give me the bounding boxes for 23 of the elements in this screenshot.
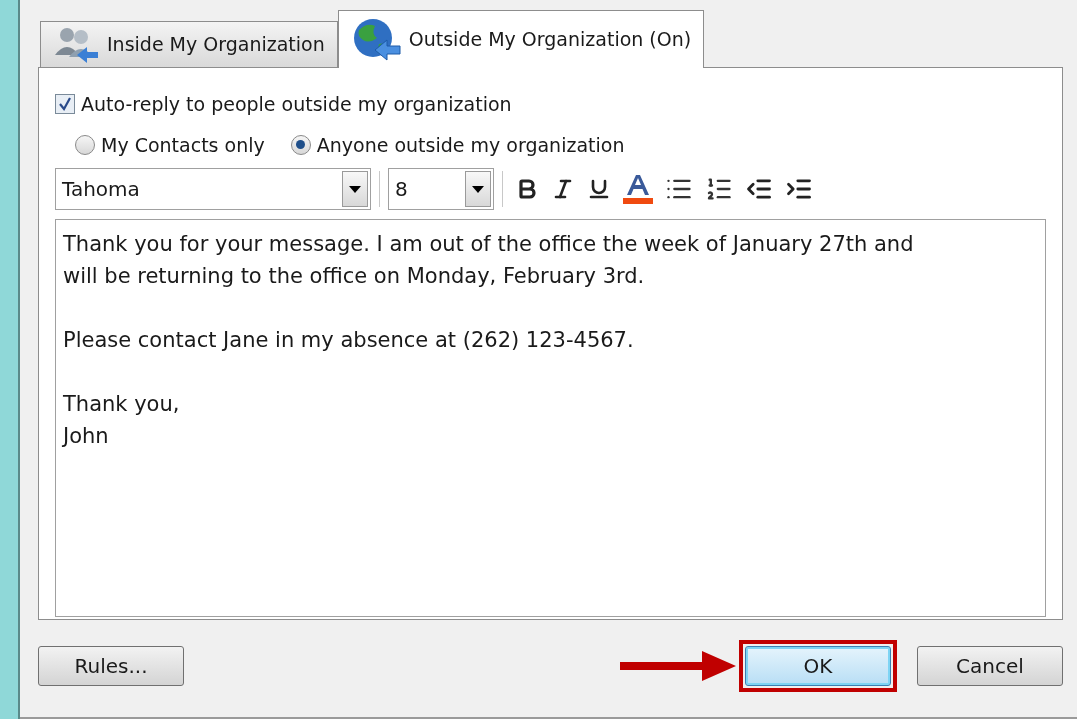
size-combo-box[interactable]: 8 [388,168,494,211]
dialog-button[interactable]: Rules... [38,645,184,686]
tab[interactable]: Outside My Organization (On) [337,10,705,69]
checkbox-label: Auto-reply to people outside my organization [81,92,512,118]
checkbox[interactable] [55,94,75,115]
dialog-button[interactable]: OK [745,645,891,686]
dropdown-icon [342,171,368,208]
message-line: Please contact Jane in my absence at (262) 123-4567. [63,327,634,355]
font-combo-box[interactable]: Tahoma [55,168,371,211]
radio-button[interactable] [75,135,95,155]
message-line: will be returning to the office on Monday, February 3rd. [63,263,645,291]
radio-label: My Contacts only [101,132,265,158]
tab[interactable]: Inside My Organization [40,21,338,68]
font-color-icon[interactable] [623,173,653,206]
radio-label: Anyone outside my organization [316,132,625,158]
message-line: Thank you, [63,391,180,419]
message-line: John [63,423,109,451]
dialog-button[interactable]: Cancel [917,645,1063,686]
check-icon [58,97,72,112]
message-field[interactable] [55,219,1046,618]
dropdown-icon [465,171,491,208]
radio-button[interactable] [290,135,311,155]
message-line: Thank you for your message. I am out of the office the week of January 27th and [63,231,914,259]
